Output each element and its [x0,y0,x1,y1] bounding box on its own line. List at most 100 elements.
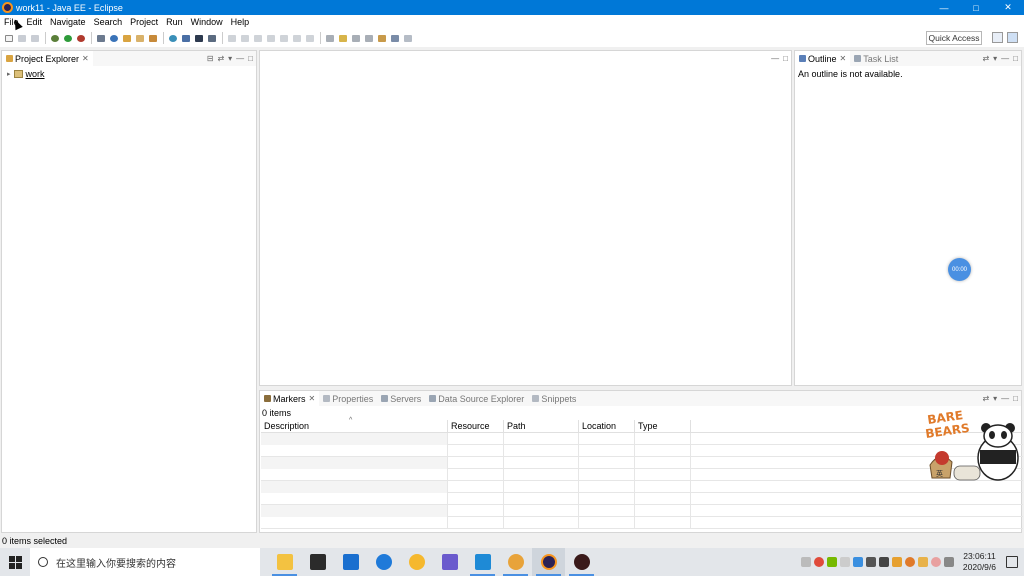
open-type-icon[interactable] [121,33,132,44]
save-icon[interactable] [16,33,27,44]
close-button[interactable]: ✕ [992,0,1024,15]
sogou-icon[interactable] [813,557,824,567]
tab-task-list[interactable]: Task List [850,51,902,66]
java-ee-perspective-icon[interactable] [1007,32,1018,43]
tab-properties[interactable]: Properties [319,391,377,406]
run-icon[interactable] [62,33,73,44]
usb-icon[interactable] [839,557,850,567]
close-icon[interactable]: ✕ [840,54,847,63]
forward-icon[interactable] [402,33,413,44]
taskbar-search[interactable]: 在这里输入你要搜索的内容 [30,548,260,576]
view-menu-icon[interactable]: ▾ [993,54,997,63]
vs-app[interactable] [433,548,466,576]
tray-icon[interactable] [800,557,811,567]
new-server-icon[interactable] [95,33,106,44]
step-over-icon[interactable] [291,33,302,44]
app-tray-icon[interactable] [917,557,928,567]
file-explorer-app[interactable] [268,548,301,576]
blue-app[interactable] [466,548,499,576]
notification-center-icon[interactable] [1006,556,1018,568]
collapse-all-icon[interactable]: ⊟ [207,54,214,63]
open-folder-icon[interactable] [134,33,145,44]
maximize-button[interactable]: □ [960,0,992,15]
start-button[interactable] [0,548,30,576]
minimize-view-icon[interactable]: — [1001,54,1009,63]
last-edit-icon[interactable] [376,33,387,44]
store-app[interactable] [301,548,334,576]
column-resource[interactable]: Resource [448,419,504,433]
bluetooth-icon[interactable] [852,557,863,567]
chevron-right-icon[interactable]: ▸ [7,70,11,78]
maximize-view-icon[interactable]: □ [1013,394,1018,403]
mail-app[interactable] [334,548,367,576]
quick-access-field[interactable]: Quick Access [926,31,982,45]
step-return-icon[interactable] [304,33,315,44]
minimize-button[interactable]: — [928,0,960,15]
view-menu-icon[interactable]: ▾ [228,54,232,63]
language-icon[interactable] [943,557,954,567]
console-icon[interactable] [193,33,204,44]
open-perspective-icon[interactable] [992,32,1003,43]
minimize-view-icon[interactable]: — [236,54,244,63]
menu-window[interactable]: Window [187,15,227,29]
prev-annotation-icon[interactable] [363,33,374,44]
menu-search[interactable]: Search [90,15,127,29]
resume-icon[interactable] [226,33,237,44]
focus-icon[interactable]: ⇄ [982,54,989,63]
terminate-icon[interactable] [252,33,263,44]
skip-breakpoints-icon[interactable] [206,33,217,44]
save-all-icon[interactable] [29,33,40,44]
minimize-view-icon[interactable]: — [1001,394,1009,403]
menu-edit[interactable]: Edit [23,15,47,29]
edit-icon[interactable] [147,33,158,44]
close-icon[interactable]: ✕ [309,394,316,403]
column-type[interactable]: Type [635,419,691,433]
close-icon[interactable]: ✕ [82,54,89,63]
tab-servers[interactable]: Servers [377,391,425,406]
view-menu-icon[interactable]: ▾ [993,394,997,403]
debug-icon[interactable] [49,33,60,44]
tree-item-work[interactable]: ▸ work [7,69,45,79]
filter-icon[interactable]: ⇄ [982,394,989,403]
volume-icon[interactable] [878,557,889,567]
new-java-class-icon[interactable] [108,33,119,44]
link-editor-icon[interactable]: ⇄ [217,54,224,63]
web-browser-icon[interactable] [167,33,178,44]
recorder-app[interactable] [565,548,598,576]
pencil-app[interactable] [400,548,433,576]
tab-markers[interactable]: Markers ✕ [260,391,320,406]
step-into-icon[interactable] [278,33,289,44]
nvidia-icon[interactable] [826,557,837,567]
eclipse-app[interactable] [532,548,565,576]
tab-project-explorer[interactable]: Project Explorer ✕ [2,51,93,66]
tools-icon[interactable] [180,33,191,44]
disconnect-icon[interactable] [265,33,276,44]
menu-navigate[interactable]: Navigate [46,15,90,29]
new-icon[interactable] [3,33,14,44]
tab-data-source-explorer[interactable]: Data Source Explorer [425,391,528,406]
column-path[interactable]: Path [504,419,579,433]
wifi-icon[interactable] [865,557,876,567]
maximize-view-icon[interactable]: □ [248,54,253,63]
app-tray-icon[interactable] [904,557,915,567]
menu-help[interactable]: Help [227,15,254,29]
external-tools-icon[interactable] [75,33,86,44]
edge-app[interactable] [367,548,400,576]
maximize-editor-icon[interactable]: □ [783,54,788,63]
app-tray-icon[interactable] [930,557,941,567]
tab-snippets[interactable]: Snippets [528,391,580,406]
suspend-icon[interactable] [239,33,250,44]
column-description[interactable]: Description ^ [261,417,448,433]
chrome-app[interactable] [499,548,532,576]
next-annotation-icon[interactable] [350,33,361,44]
toggle-word-wrap-icon[interactable] [324,33,335,44]
maximize-view-icon[interactable]: □ [1013,54,1018,63]
column-location[interactable]: Location [579,419,635,433]
menu-run[interactable]: Run [162,15,187,29]
back-icon[interactable] [389,33,400,44]
battery-icon[interactable] [891,557,902,567]
recording-timer[interactable]: 00:00 [948,258,971,281]
menu-project[interactable]: Project [126,15,162,29]
tab-outline[interactable]: Outline ✕ [795,51,851,66]
taskbar-clock[interactable]: 23:06:11 2020/9/6 [963,551,996,573]
